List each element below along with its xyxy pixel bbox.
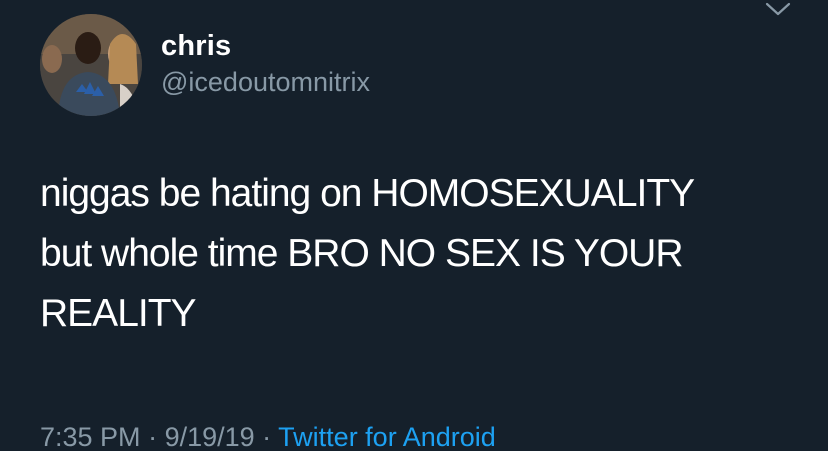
tweet: chris @icedoutomnitrix niggas be hating … [0,0,828,451]
tweet-time[interactable]: 7:35 PM [40,422,141,451]
tweet-meta: 7:35 PM · 9/19/19 · Twitter for Android [40,420,496,451]
avatar-image [40,14,142,116]
tweet-text-line: REALITY [40,292,197,335]
meta-separator: · [140,422,165,451]
tweet-source-link[interactable]: Twitter for Android [278,422,496,451]
tweet-text-line: niggas be hating on HOMOSEXUALITY [40,172,695,215]
chevron-down-icon[interactable] [763,0,793,20]
author-name[interactable]: chris [161,29,231,63]
tweet-text-line: but whole time BRO NO SEX IS YOUR [40,232,684,275]
tweet-date[interactable]: 9/19/19 [165,422,255,451]
author-handle[interactable]: @icedoutomnitrix [161,66,370,98]
tweet-text: niggas be hating on HOMOSEXUALITY but wh… [40,164,800,344]
avatar[interactable] [40,14,142,116]
meta-separator: · [254,422,279,451]
